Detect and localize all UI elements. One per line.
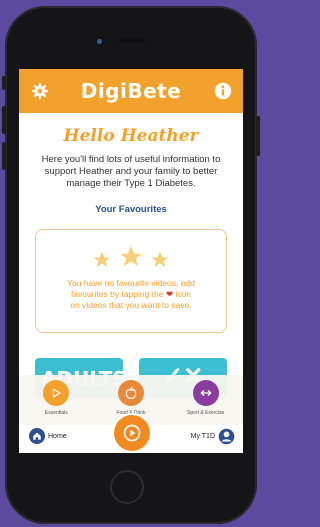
category-sport-exercise[interactable]: Sport & Exercise [171,375,241,425]
nav-home-label: Home [48,432,67,440]
apple-icon [125,386,137,399]
power-button [256,116,260,156]
bottom-nav: Home My T1D [19,415,243,453]
star-icon [120,246,142,267]
heart-icon: ❤ [165,289,174,299]
nav-home[interactable]: Home [29,428,67,444]
empty-message-line3: on videos that you want to save. [70,300,192,310]
category-sport-exercise-label: Sport & Exercise [187,410,225,416]
stars-illustration [92,244,170,270]
nav-my-t1d[interactable]: My T1D [191,428,235,445]
front-camera [97,39,102,44]
volume-down-button [2,142,6,170]
empty-message-line2: favourites by tapping the [70,289,164,299]
nav-my-t1d-label: My T1D [190,433,215,440]
play-icon [123,424,141,442]
phone-home-button[interactable] [110,470,144,504]
info-icon[interactable] [214,82,232,100]
speaker-grille [119,39,145,43]
gear-icon[interactable] [31,82,49,100]
volume-up-button [2,106,6,134]
favourites-title: Your Favourites [95,204,167,215]
empty-message-line1: You have no favourite videos, add [67,278,195,288]
category-essentials[interactable]: Essentials [21,375,91,425]
star-icon [151,251,169,268]
app-logo: DigiBete [80,79,182,103]
star-icon [93,251,111,268]
app-screen: DigiBete Hello Heather Here you'll find … [19,69,243,453]
favourites-empty-message: You have no favourite videos, add favour… [59,278,203,311]
category-sport-exercise-circle [192,380,219,406]
play-icon [53,388,61,398]
app-header: DigiBete [19,69,243,113]
arrows-icon [200,390,211,396]
mute-switch [2,76,6,90]
category-food-drink-circle [117,380,144,406]
home-icon [29,428,45,444]
user-icon [218,428,235,445]
greeting-heading: Hello Heather [63,126,199,146]
play-button[interactable] [114,415,150,451]
empty-message-line2-end: icon [175,289,192,299]
category-essentials-circle [43,380,70,406]
intro-text: Here you'll find lots of useful informat… [41,154,221,189]
favourites-panel: You have no favourite videos, add favour… [35,229,227,333]
category-essentials-label: Essentials [44,410,68,416]
